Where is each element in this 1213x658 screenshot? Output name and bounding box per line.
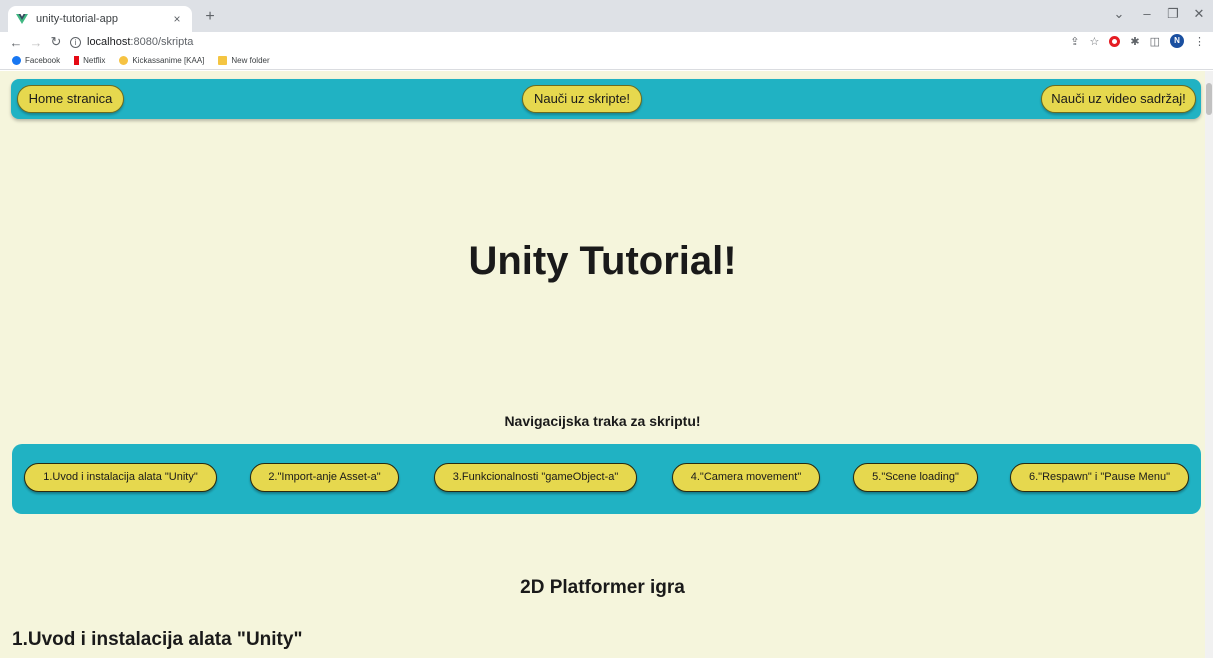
- bookmark-netflix[interactable]: Netflix: [74, 56, 105, 65]
- kickassanime-icon: [119, 56, 129, 65]
- folder-icon: [218, 56, 228, 65]
- learn-video-button[interactable]: Nauči uz video sadržaj!: [1041, 85, 1196, 113]
- top-navigation-bar: Home stranica Nauči uz skripte! Nauči uz…: [11, 79, 1201, 119]
- browser-tabstrip: unity-tutorial-app × + ⌄ – ❐ ✕: [0, 0, 1213, 32]
- opera-extension-icon[interactable]: [1109, 35, 1121, 47]
- site-info-icon[interactable]: i: [70, 36, 81, 48]
- chapter-4-button[interactable]: 4."Camera movement": [672, 463, 820, 492]
- page-scrollbar[interactable]: [1205, 71, 1213, 658]
- extensions-icon[interactable]: ✱: [1130, 35, 1139, 48]
- script-navigation-bar: 1.Uvod i instalacija alata "Unity" 2."Im…: [12, 444, 1201, 514]
- tab-search-icon[interactable]: ⌄: [1108, 6, 1130, 22]
- script-nav-heading: Navigacijska traka za skriptu!: [504, 413, 701, 429]
- chapter-title: 1.Uvod i instalacija alata "Unity": [12, 629, 303, 650]
- restore-icon[interactable]: ❐: [1162, 6, 1184, 22]
- close-window-icon[interactable]: ✕: [1188, 6, 1210, 22]
- bookmark-label: Facebook: [25, 56, 61, 65]
- bookmark-label: New folder: [231, 56, 270, 65]
- netflix-icon: [74, 56, 80, 65]
- chapter-2-button[interactable]: 2."Import-anje Asset-a": [250, 463, 399, 492]
- bookmark-label: Kickassanime [KAA]: [132, 56, 205, 65]
- browser-tab[interactable]: unity-tutorial-app ×: [8, 6, 192, 32]
- share-icon[interactable]: ⇪: [1070, 35, 1079, 48]
- new-tab-button[interactable]: +: [200, 7, 220, 27]
- section-title: 2D Platformer igra: [520, 577, 685, 598]
- chapter-3-button[interactable]: 3.Funkcionalnosti "gameObject-a": [434, 463, 637, 492]
- bookmark-label: Netflix: [83, 56, 106, 65]
- chapter-6-button[interactable]: 6."Respawn" i "Pause Menu": [1010, 463, 1189, 492]
- bookmark-new-folder[interactable]: New folder: [218, 56, 270, 65]
- page-title: Unity Tutorial!: [468, 239, 737, 283]
- minimize-icon[interactable]: –: [1136, 6, 1158, 21]
- url-path: :8080/skripta: [130, 36, 194, 48]
- back-icon[interactable]: ←: [6, 35, 26, 50]
- bookmark-facebook[interactable]: Facebook: [12, 56, 60, 65]
- toolbar-actions: ⇪ ☆ ✱ ◫ N ⋮: [1070, 34, 1205, 48]
- side-panel-icon[interactable]: ◫: [1150, 35, 1160, 48]
- chapter-5-button[interactable]: 5."Scene loading": [853, 463, 978, 492]
- forward-icon[interactable]: →: [26, 35, 46, 50]
- bookmark-kickassanime[interactable]: Kickassanime [KAA]: [119, 56, 204, 65]
- facebook-icon: [12, 56, 21, 65]
- reload-icon[interactable]: ↻: [46, 34, 66, 50]
- page-content: Home stranica Nauči uz skripte! Nauči uz…: [0, 71, 1205, 658]
- tab-close-icon[interactable]: ×: [170, 12, 184, 26]
- browser-toolbar: ← → ↻ i localhost:8080/skripta ⇪ ☆ ✱ ◫ N…: [0, 32, 1213, 52]
- bookmark-star-icon[interactable]: ☆: [1090, 35, 1100, 48]
- profile-avatar[interactable]: N: [1170, 34, 1184, 48]
- address-bar[interactable]: i localhost:8080/skripta: [70, 34, 1070, 50]
- menu-icon[interactable]: ⋮: [1194, 35, 1205, 48]
- scrollbar-thumb[interactable]: [1206, 83, 1212, 115]
- tab-title: unity-tutorial-app: [36, 13, 118, 25]
- url-host: localhost: [87, 36, 131, 48]
- home-button[interactable]: Home stranica: [17, 85, 124, 113]
- learn-scripts-button[interactable]: Nauči uz skripte!: [522, 85, 642, 113]
- chapter-1-button[interactable]: 1.Uvod i instalacija alata "Unity": [24, 463, 217, 492]
- bookmarks-bar: Facebook Netflix Kickassanime [KAA] New …: [0, 52, 1213, 70]
- vue-logo-icon: [16, 13, 28, 25]
